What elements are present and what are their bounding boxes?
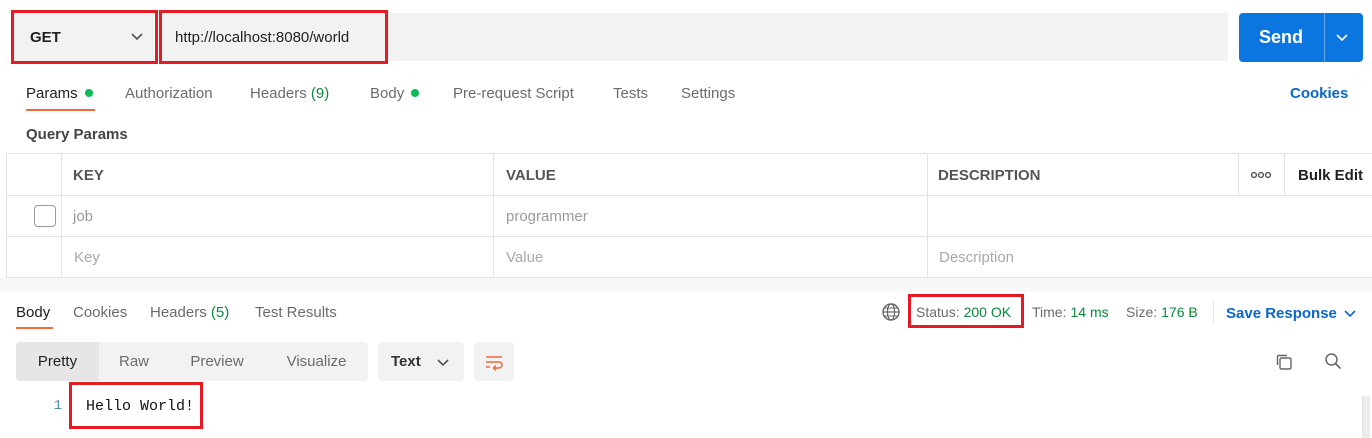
response-tab-headers[interactable]: Headers (5) (150, 302, 229, 322)
panel-divider[interactable] (0, 278, 1372, 292)
active-dot-icon (84, 89, 93, 97)
search-icon[interactable] (1323, 351, 1343, 371)
tab-label: Headers (250, 84, 307, 102)
save-response-button[interactable]: Save Response (1226, 303, 1337, 323)
value-input[interactable]: Value (506, 237, 543, 277)
response-tab-test-results[interactable]: Test Results (255, 302, 337, 322)
copy-icon[interactable] (1274, 352, 1294, 372)
highlight-box-status (908, 294, 1024, 328)
tab-label: Authorization (125, 84, 213, 102)
tab-params[interactable]: Params (26, 82, 93, 104)
active-dot-icon (411, 89, 420, 97)
tab-body[interactable]: Body (370, 82, 420, 104)
param-value-cell[interactable]: programmer (506, 196, 588, 236)
view-mode-visualize[interactable]: Visualize (265, 342, 368, 381)
tab-label: Pre-request Script (453, 84, 574, 102)
send-button[interactable]: Send (1239, 13, 1323, 62)
highlight-box-method (11, 10, 158, 64)
tab-label: Params (26, 84, 78, 102)
highlight-box-body (69, 382, 203, 429)
table-border (927, 153, 928, 278)
view-mode-raw[interactable]: Raw (99, 342, 169, 381)
chevron-down-icon (437, 359, 449, 367)
column-header-description: DESCRIPTION (938, 166, 1041, 184)
wrap-lines-button[interactable] (474, 342, 514, 381)
param-enabled-checkbox[interactable] (34, 205, 56, 227)
format-value: Text (391, 353, 421, 370)
response-tab-body[interactable]: Body (16, 302, 50, 322)
response-tab-cookies[interactable]: Cookies (73, 302, 127, 322)
line-number: 1 (53, 398, 62, 414)
table-border (6, 236, 1372, 237)
tab-authorization[interactable]: Authorization (125, 82, 213, 104)
globe-icon[interactable] (881, 302, 901, 322)
view-mode-pretty[interactable]: Pretty (16, 342, 99, 381)
tab-tests[interactable]: Tests (613, 82, 648, 104)
tab-headers[interactable]: Headers (9) (250, 82, 329, 104)
tab-label: Settings (681, 84, 736, 102)
more-options-icon[interactable] (1250, 169, 1272, 181)
table-border (1238, 153, 1239, 196)
meta-separator (1213, 301, 1214, 323)
tab-count: (9) (310, 84, 330, 102)
table-border (6, 153, 7, 278)
description-input[interactable]: Description (939, 237, 1014, 277)
size-value: 176 B (1161, 304, 1198, 320)
chevron-down-icon[interactable] (1335, 30, 1349, 44)
time-value: 14 ms (1070, 304, 1109, 320)
response-time[interactable]: Time: 14 ms (1032, 303, 1109, 321)
highlight-box-url (159, 10, 388, 64)
tab-label: Headers (150, 303, 207, 321)
wrap-lines-icon (486, 355, 503, 371)
vertical-scrollbar[interactable] (1362, 396, 1370, 438)
active-tab-underline (26, 109, 95, 111)
param-key-cell[interactable]: job (73, 196, 93, 236)
table-border (6, 153, 1372, 154)
chevron-down-icon[interactable] (1343, 306, 1357, 320)
response-size[interactable]: Size: 176 B (1126, 303, 1198, 321)
send-divider (1324, 13, 1325, 62)
send-button-group[interactable]: Send (1239, 13, 1363, 62)
column-header-key: KEY (73, 166, 104, 184)
active-tab-underline (16, 327, 53, 329)
bulk-edit-button[interactable]: Bulk Edit (1298, 154, 1363, 196)
tab-pre-request-script[interactable]: Pre-request Script (453, 82, 574, 104)
format-select[interactable]: Text (378, 342, 464, 381)
tab-label: Tests (613, 84, 649, 102)
param-description-cell[interactable] (938, 196, 1358, 236)
table-border (1284, 153, 1285, 196)
view-mode-preview[interactable]: Preview (169, 342, 265, 381)
tab-settings[interactable]: Settings (681, 82, 735, 104)
size-label: Size: (1126, 304, 1158, 320)
query-params-title: Query Params (26, 125, 128, 143)
cookies-link[interactable]: Cookies (1290, 82, 1348, 104)
tab-count: (5) (210, 303, 230, 321)
column-header-value: VALUE (506, 166, 556, 184)
time-label: Time: (1032, 304, 1067, 320)
table-border (493, 153, 494, 278)
tab-label: Body (370, 84, 405, 102)
table-border (61, 153, 62, 278)
key-input[interactable]: Key (74, 237, 100, 277)
